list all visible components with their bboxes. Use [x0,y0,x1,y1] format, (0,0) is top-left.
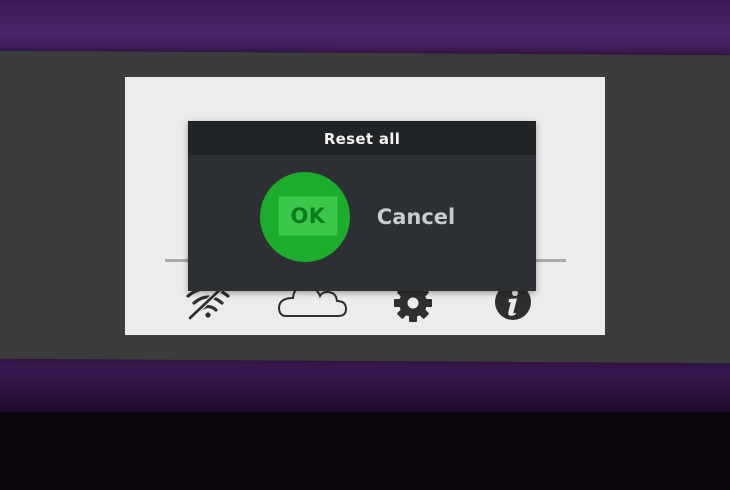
ok-button[interactable]: OK [260,172,350,262]
background-floor [0,412,730,490]
reset-all-dialog: Reset all OK Cancel [188,121,536,291]
ok-label: OK [278,196,338,236]
divider-line-left [165,259,190,262]
cancel-button[interactable]: Cancel [366,199,466,235]
dialog-title: Reset all [188,121,536,155]
divider-line-right [535,259,566,262]
background-bottom [0,355,730,415]
photo-frame: Reset all OK Cancel [0,0,730,490]
